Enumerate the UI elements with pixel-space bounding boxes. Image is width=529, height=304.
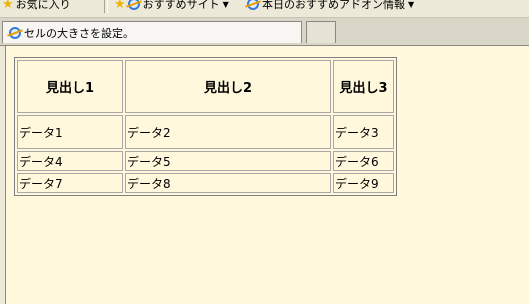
suggested-sites-button[interactable]: ★ おすすめサイト ▼ [114, 0, 229, 12]
table-row: データ1 データ2 データ3 [17, 115, 394, 149]
chevron-down-icon: ▼ [408, 0, 415, 9]
addon-gallery-button[interactable]: 本日のおすすめアドオン情報 ▼ [247, 0, 414, 12]
table-header: 見出し1 [17, 60, 123, 113]
favorites-label: お気に入り [15, 0, 71, 11]
table-cell: データ1 [17, 115, 123, 149]
suggested-sites-label: おすすめサイト [142, 0, 220, 11]
window-frame-left [0, 46, 6, 304]
data-table: 見出し1 見出し2 見出し3 データ1 データ2 データ3 データ4 データ5 … [14, 57, 397, 196]
chevron-down-icon: ▼ [222, 0, 229, 9]
table-cell: データ5 [125, 151, 331, 171]
table-row: データ4 データ5 データ6 [17, 151, 394, 171]
table-cell: データ9 [333, 173, 394, 193]
ie-icon [127, 0, 140, 10]
new-tab-button[interactable] [306, 21, 336, 43]
table-header-row: 見出し1 見出し2 見出し3 [17, 60, 394, 113]
table-header: 見出し2 [125, 60, 331, 113]
ie-icon [9, 26, 21, 39]
table-cell: データ6 [333, 151, 394, 171]
tab-title: セルの大きさを設定。 [24, 26, 134, 40]
table-cell: データ8 [125, 173, 331, 193]
star-icon: ★ [2, 0, 14, 12]
table-cell: データ2 [125, 115, 331, 149]
favorites-bar: ★ お気に入り ★ おすすめサイト ▼ 本日のおすすめアドオン情報 ▼ [0, 0, 529, 18]
add-favorite-icon: ★ [114, 0, 126, 12]
addon-gallery-label: 本日のおすすめアドオン情報 [262, 0, 405, 11]
tab-bar: セルの大きさを設定。 [0, 18, 529, 46]
favorites-button[interactable]: ★ お気に入り [2, 0, 71, 12]
table-header: 見出し3 [333, 60, 394, 113]
table-cell: データ4 [17, 151, 123, 171]
separator [104, 0, 108, 13]
ie-icon [247, 0, 259, 10]
table-cell: データ3 [333, 115, 394, 149]
tab-active[interactable]: セルの大きさを設定。 [2, 21, 302, 43]
page-content: 見出し1 見出し2 見出し3 データ1 データ2 データ3 データ4 データ5 … [0, 46, 529, 304]
table-row: データ7 データ8 データ9 [17, 173, 394, 193]
table-cell: データ7 [17, 173, 123, 193]
